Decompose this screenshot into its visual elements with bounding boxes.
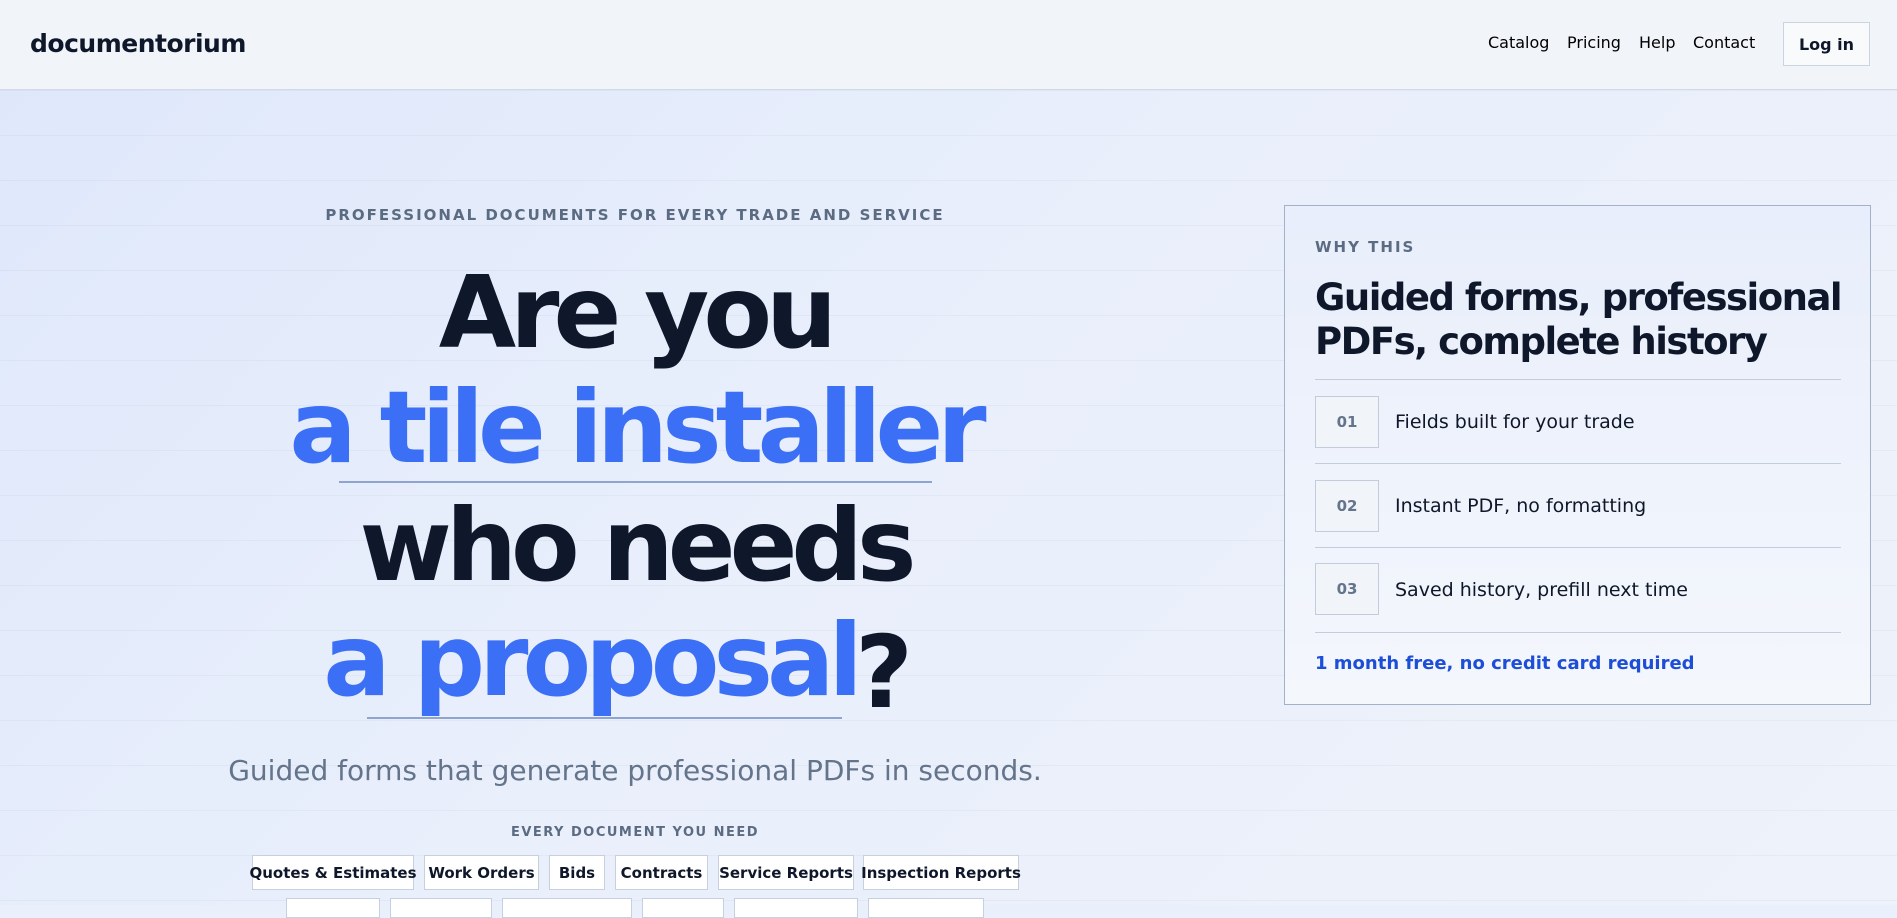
nav-help-link[interactable]: Help bbox=[1639, 33, 1675, 52]
nav-contact-link[interactable]: Contact bbox=[1693, 33, 1755, 52]
feature-text: Instant PDF, no formatting bbox=[1395, 495, 1647, 517]
hero-document-highlight: a proposal bbox=[323, 602, 862, 719]
login-button[interactable]: Log in bbox=[1783, 22, 1870, 66]
doc-chip-partial[interactable] bbox=[390, 898, 492, 918]
feature-text: Fields built for your trade bbox=[1395, 411, 1635, 433]
doc-chip-contracts[interactable]: Contracts bbox=[615, 855, 708, 890]
why-this-card: WHY THIS Guided forms, professional PDFs… bbox=[1284, 205, 1871, 705]
feature-number: 03 bbox=[1315, 563, 1379, 615]
doc-chip-bids[interactable]: Bids bbox=[549, 855, 605, 890]
free-trial-link[interactable]: 1 month free, no credit card required bbox=[1315, 653, 1695, 674]
card-divider bbox=[1315, 463, 1841, 464]
doc-chip-service-reports[interactable]: Service Reports bbox=[718, 855, 854, 890]
hero-line-who-needs: who needs bbox=[359, 487, 916, 604]
card-divider bbox=[1315, 379, 1841, 380]
doc-chip-inspection-reports[interactable]: Inspection Reports bbox=[861, 855, 1021, 890]
doc-chip-partial[interactable] bbox=[502, 898, 632, 918]
hero-question-mark: ? bbox=[855, 614, 914, 731]
doc-chip-partial[interactable] bbox=[868, 898, 984, 918]
document-underline bbox=[367, 717, 842, 719]
feature-number: 02 bbox=[1315, 480, 1379, 532]
feature-number: 01 bbox=[1315, 396, 1379, 448]
doc-chip-work-orders[interactable]: Work Orders bbox=[424, 855, 539, 890]
trade-underline bbox=[339, 481, 932, 483]
nav-pricing-link[interactable]: Pricing bbox=[1567, 33, 1621, 52]
hero-eyebrow: PROFESSIONAL DOCUMENTS FOR EVERY TRADE A… bbox=[325, 206, 945, 224]
hero-trade-highlight: a tile installer bbox=[289, 369, 986, 486]
card-divider bbox=[1315, 547, 1841, 548]
hero-subtitle: Guided forms that generate professional … bbox=[228, 754, 1042, 787]
doc-chip-partial[interactable] bbox=[286, 898, 380, 918]
hero-line-are-you: Are you bbox=[438, 254, 837, 371]
feature-text: Saved history, prefill next time bbox=[1395, 579, 1688, 601]
card-title: Guided forms, professional PDFs, complet… bbox=[1315, 276, 1843, 363]
documents-label: EVERY DOCUMENT YOU NEED bbox=[510, 825, 760, 840]
card-eyebrow: WHY THIS bbox=[1315, 238, 1416, 256]
doc-chip-partial[interactable] bbox=[734, 898, 858, 918]
doc-chip-quotes-estimates[interactable]: Quotes & Estimates bbox=[249, 855, 417, 890]
card-divider bbox=[1315, 632, 1841, 633]
top-navigation-bar: documentorium Catalog Pricing Help Conta… bbox=[0, 0, 1897, 90]
doc-chip-partial[interactable] bbox=[642, 898, 724, 918]
nav-catalog-link[interactable]: Catalog bbox=[1488, 33, 1549, 52]
logo[interactable]: documentorium bbox=[30, 29, 246, 58]
